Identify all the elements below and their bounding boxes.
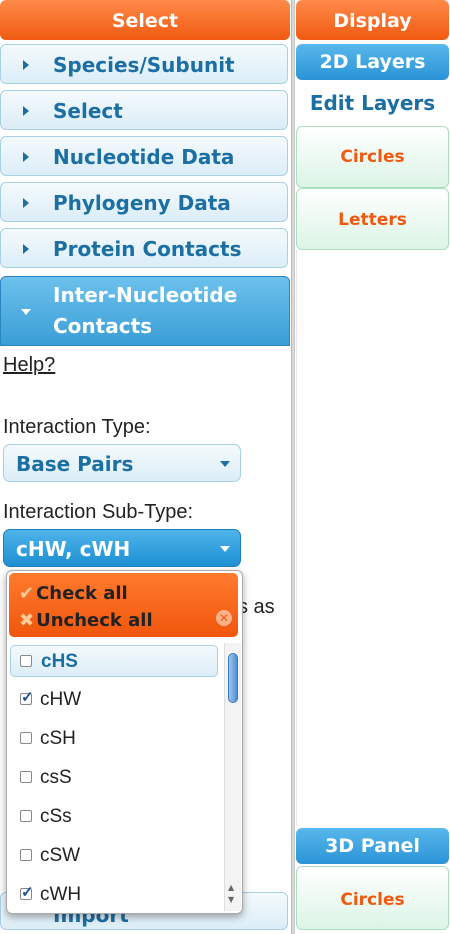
option-chs[interactable]: cHS [10,645,218,677]
checkbox-unchecked[interactable] [20,849,32,861]
accordion-phylogeny-data[interactable]: Phylogeny Data [0,182,288,222]
chevron-right-icon [23,198,29,208]
checkbox-checked[interactable] [20,883,34,901]
layer-circles-2d[interactable]: Circles [296,126,449,188]
interaction-subtype-label: Interaction Sub-Type: [3,501,194,523]
layer-circles-3d[interactable]: Circles [296,866,449,930]
interaction-type-label: Interaction Type: [3,416,151,438]
option-label: cHS [41,651,78,672]
accordion-label-line2: Contacts [53,314,153,338]
option-csw[interactable]: cSW [10,840,218,872]
select-panel-header: Select [0,0,290,40]
tab-3d-panel[interactable]: 3D Panel [296,828,449,864]
chevron-right-icon [23,152,29,162]
subtype-multiselect-dropdown[interactable]: ✔Check all ✖Uncheck all ✕ cHS cHW cSH csS cS… [6,570,243,914]
checkbox-unchecked[interactable] [20,732,32,744]
chevron-right-icon [23,244,29,254]
check-all-label: Check all [36,583,128,604]
scroll-down-arrow-icon[interactable]: ▼ [228,895,234,904]
edit-layers-button[interactable]: Edit Layers [296,82,449,124]
checkbox-checked[interactable] [20,688,34,706]
dropdown-scrollbar[interactable]: ▲ ▼ [224,643,241,911]
accordion-species-subunit[interactable]: Species/Subunit [0,44,288,84]
checkbox-unchecked[interactable] [20,810,32,822]
chevron-right-icon [23,60,29,70]
layer-letters-2d[interactable]: Letters [296,188,449,250]
option-label: cSs [40,806,72,827]
option-css[interactable]: csS [10,762,218,794]
dropdown-header: ✔ Check all ✖ Uncheck all ✕ [9,573,238,637]
layers-empty-area [296,250,449,826]
option-chw[interactable]: cHW [10,684,218,716]
help-link[interactable]: Help? [3,354,55,377]
accordion-label: Species/Subunit [53,53,235,77]
obscured-option-text: s as [238,596,275,618]
check-icon: ✔ [19,583,35,604]
accordion-label: Select [53,99,123,123]
chevron-down-icon [21,309,31,315]
display-panel-header: Display [296,0,449,40]
accordion-label: Nucleotide Data [53,145,235,169]
checkbox-unchecked[interactable] [20,655,32,667]
chevron-right-icon [23,106,29,116]
accordion-label-line1: Inter-Nucleotide [53,283,238,307]
left-panel: Select Species/Subunit Select Nucleotide… [0,0,291,934]
accordion-protein-contacts[interactable]: Protein Contacts [0,228,288,268]
caret-down-icon [220,461,230,467]
option-label: cSH [40,728,76,749]
scroll-up-arrow-icon[interactable]: ▲ [228,883,234,892]
accordion-inter-nucleotide-contacts[interactable]: Inter-Nucleotide Contacts [0,276,290,346]
interaction-subtype-select[interactable]: cHW, cWH [3,529,241,567]
dropdown-options-list: cHS cHW cSH csS cSs cSW cWH [7,643,223,911]
interaction-type-value: Base Pairs [16,452,134,476]
option-css[interactable]: cSs [10,801,218,833]
panel-divider[interactable] [291,0,295,934]
option-label: cHW [40,689,82,710]
checkbox-unchecked[interactable] [20,771,32,783]
accordion-select[interactable]: Select [0,90,288,130]
accordion-label: Phylogeny Data [53,191,231,215]
scrollbar-thumb[interactable] [228,653,238,703]
interaction-subtype-value: cHW, cWH [16,537,131,561]
option-label: cWH [40,884,82,905]
check-all-button[interactable]: ✔ Check all [19,583,128,604]
x-icon: ✖ [19,610,35,631]
option-cwh[interactable]: cWH [10,879,218,911]
interaction-type-select[interactable]: Base Pairs [3,444,241,482]
accordion-nucleotide-data[interactable]: Nucleotide Data [0,136,288,176]
uncheck-all-button[interactable]: ✖ Uncheck all [19,610,153,631]
option-label: csS [40,767,72,788]
right-panel: Display 2D Layers Edit Layers Circles Le… [296,0,450,934]
option-label: cSW [40,845,81,866]
accordion-label: Protein Contacts [53,237,242,261]
caret-down-icon [220,546,230,552]
tab-2d-layers[interactable]: 2D Layers [296,44,449,80]
option-csh[interactable]: cSH [10,723,218,755]
uncheck-all-label: Uncheck all [36,610,153,631]
close-icon[interactable]: ✕ [216,610,232,626]
